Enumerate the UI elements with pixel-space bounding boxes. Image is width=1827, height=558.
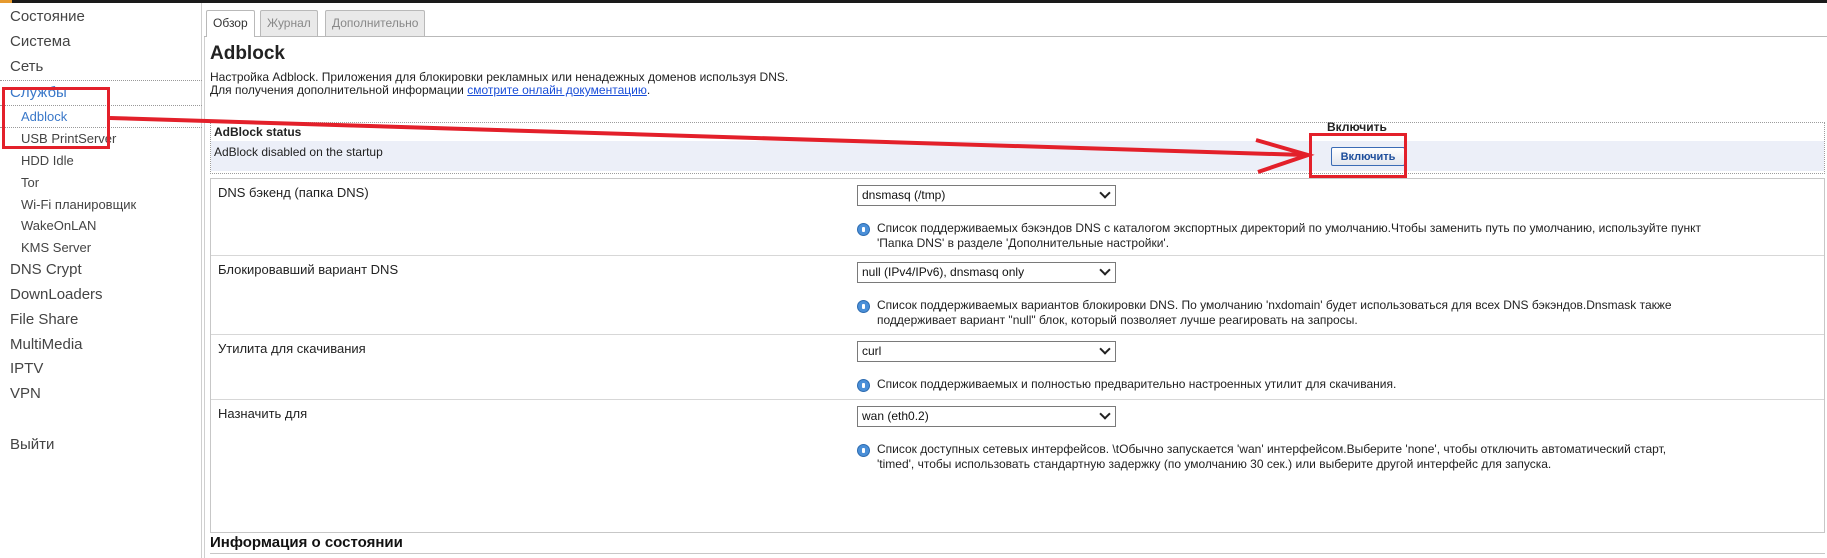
content-panel: Adblock Настройка Adblock. Приложения дл… — [204, 37, 1827, 558]
status-value: AdBlock disabled on the startup — [214, 145, 383, 159]
chevron-down-icon — [1099, 408, 1111, 420]
sidebar-item-wifi-scheduler[interactable]: Wi-Fi планировщик — [21, 197, 136, 212]
settings-table: DNS бэкенд (папка DNS) dnsmasq (/tmp) Сп… — [210, 178, 1825, 533]
page-title: Adblock — [210, 43, 285, 64]
sidebar-item-usb-printserver[interactable]: USB PrintServer — [21, 131, 116, 146]
setting-row-dns-variant: Блокировавший вариант DNS null (IPv4/IPv… — [211, 256, 1824, 335]
sidebar-item-status[interactable]: Состояние — [10, 8, 85, 25]
help-line: Список поддерживаемых и полностью предва… — [877, 377, 1397, 391]
download-utility-select[interactable]: curl — [857, 341, 1116, 362]
desc-suffix: . — [646, 83, 651, 97]
adblock-status-table: AdBlock status Включить AdBlock disabled… — [210, 120, 1825, 174]
chevron-down-icon — [1099, 264, 1111, 276]
enable-button[interactable]: Включить — [1331, 147, 1405, 166]
help-line: Список поддерживаемых бэкэндов DNS с кат… — [877, 221, 1701, 235]
setting-row-assign-for: Назначить для wan (eth0.2) Список доступ… — [211, 400, 1824, 480]
desc-prefix: Для получения дополнительной информации — [210, 83, 468, 97]
help-line: 'timed', чтобы использовать стандартную … — [877, 457, 1552, 471]
info-icon — [857, 300, 870, 313]
setting-row-dns-backend: DNS бэкенд (папка DNS) dnsmasq (/tmp) Сп… — [211, 179, 1824, 256]
setting-label: DNS бэкенд (папка DNS) — [218, 185, 369, 200]
sidebar-divider — [0, 127, 202, 128]
info-icon — [857, 379, 870, 392]
setting-label: Блокировавший вариант DNS — [218, 262, 399, 277]
setting-label: Назначить для — [218, 406, 308, 421]
chevron-down-icon — [1099, 343, 1111, 355]
help-line: поддерживает вариант "null" блок, которы… — [877, 313, 1358, 327]
tab-advanced[interactable]: Дополнительно — [325, 10, 426, 36]
sidebar-item-multimedia[interactable]: MultiMedia — [10, 336, 83, 353]
page-description-more: Для получения дополнительной информации … — [210, 83, 650, 97]
sidebar-item-system[interactable]: Система — [10, 33, 70, 50]
sidebar-item-file-share[interactable]: File Share — [10, 311, 78, 328]
setting-row-download-utility: Утилита для скачивания curl Список подде… — [211, 335, 1824, 400]
section-divider — [210, 553, 1825, 554]
help-line: Список доступных сетевых интерфейсов. \t… — [877, 442, 1667, 456]
sidebar-item-logout[interactable]: Выйти — [10, 436, 54, 453]
help-line: 'Папка DNS' в разделе 'Дополнительные на… — [877, 236, 1170, 250]
sidebar-item-vpn[interactable]: VPN — [10, 385, 41, 402]
status-row — [211, 141, 1824, 171]
setting-help: Список доступных сетевых интерфейсов. \t… — [857, 442, 1737, 472]
setting-label: Утилита для скачивания — [218, 341, 366, 356]
tab-log[interactable]: Журнал — [260, 10, 318, 36]
sidebar-item-wakeonlan[interactable]: WakeOnLAN — [21, 218, 96, 233]
sidebar-item-dnscrypt[interactable]: DNS Crypt — [10, 261, 82, 278]
interface-select[interactable]: wan (eth0.2) — [857, 406, 1116, 427]
select-value: wan (eth0.2) — [862, 409, 929, 423]
select-value: curl — [862, 344, 882, 358]
sidebar-item-iptv[interactable]: IPTV — [10, 360, 43, 377]
setting-help: Список поддерживаемых бэкэндов DNS с кат… — [857, 221, 1737, 251]
sidebar-divider — [0, 105, 202, 106]
sidebar: Состояние Система Сеть Службы Adblock US… — [0, 3, 202, 558]
help-line: Список поддерживаемых вариантов блокиров… — [877, 298, 1672, 312]
sidebar-item-network[interactable]: Сеть — [10, 58, 43, 75]
sidebar-item-hdd-idle[interactable]: HDD Idle — [21, 153, 74, 168]
select-value: dnsmasq (/tmp) — [862, 188, 946, 202]
main-area: Обзор Журнал Дополнительно Adblock Настр… — [204, 3, 1827, 558]
sidebar-item-services[interactable]: Службы — [10, 84, 67, 101]
select-value: null (IPv4/IPv6), dnsmasq only — [862, 265, 1025, 279]
dns-backend-select[interactable]: dnsmasq (/tmp) — [857, 185, 1116, 206]
enable-header: Включить — [1327, 120, 1387, 134]
setting-help: Список поддерживаемых и полностью предва… — [857, 377, 1737, 392]
sidebar-item-kms-server[interactable]: KMS Server — [21, 240, 91, 255]
info-icon — [857, 223, 870, 236]
chevron-down-icon — [1099, 187, 1111, 199]
info-icon — [857, 444, 870, 457]
tab-overview[interactable]: Обзор — [206, 10, 255, 37]
status-header: AdBlock status — [214, 125, 302, 139]
sidebar-divider — [0, 80, 202, 81]
page-description: Настройка Adblock. Приложения для блокир… — [210, 70, 789, 84]
sidebar-item-adblock[interactable]: Adblock — [21, 109, 67, 124]
docs-link[interactable]: смотрите онлайн документацию — [467, 83, 647, 97]
status-info-heading: Информация о состоянии — [210, 534, 403, 551]
setting-help: Список поддерживаемых вариантов блокиров… — [857, 298, 1737, 328]
sidebar-item-downloaders[interactable]: DownLoaders — [10, 286, 103, 303]
sidebar-item-tor[interactable]: Tor — [21, 175, 39, 190]
dns-variant-select[interactable]: null (IPv4/IPv6), dnsmasq only — [857, 262, 1116, 283]
tab-bar: Обзор Журнал Дополнительно — [204, 10, 1827, 37]
